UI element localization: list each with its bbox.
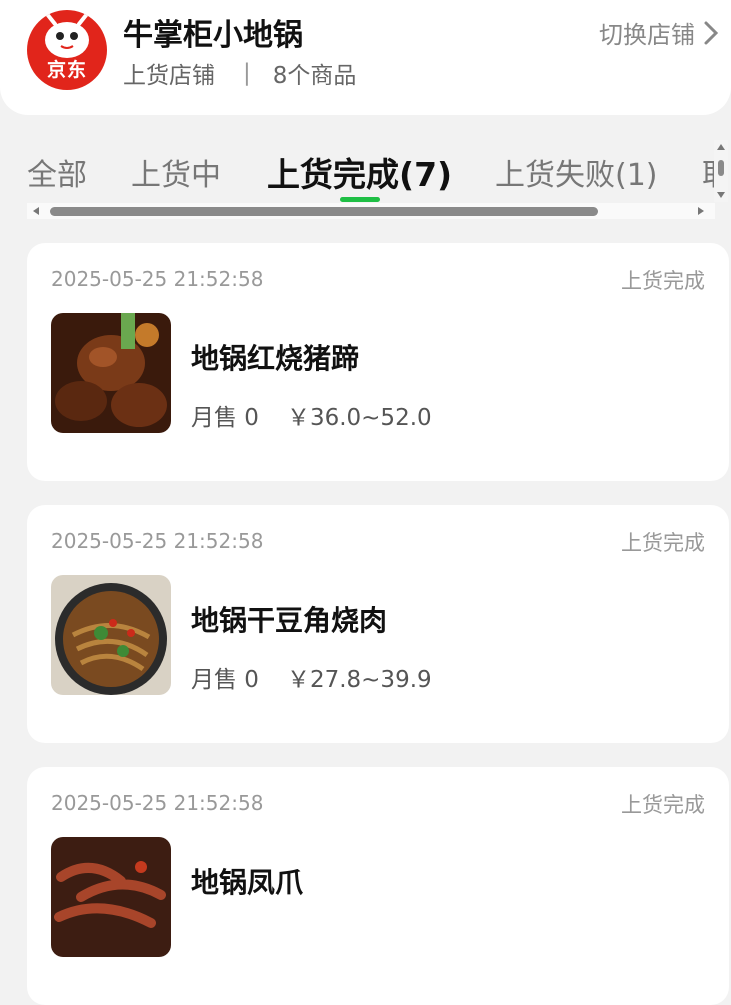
switch-shop-button[interactable]: 切换店铺 <box>599 15 721 50</box>
upload-status: 上货完成 <box>621 269 705 293</box>
product-image <box>51 313 171 433</box>
scrollbar-arrows-icon <box>717 144 725 198</box>
active-tab-indicator <box>340 197 380 202</box>
tab-failed[interactable]: 上货失败(1) <box>495 150 658 194</box>
tab-completed[interactable]: 上货完成(7) <box>267 148 452 196</box>
divider: | <box>243 60 251 86</box>
upload-status: 上货完成 <box>621 793 705 817</box>
jd-logo: 京东 <box>27 10 107 90</box>
tab-uploading[interactable]: 上货中 <box>131 150 221 194</box>
upload-time: 2025-05-25 21:52:58 <box>51 267 264 291</box>
logo-text: 京东 <box>46 59 87 81</box>
chevron-right-icon <box>704 21 719 44</box>
upload-time: 2025-05-25 21:52:58 <box>51 529 264 553</box>
shop-name: 牛掌柜小地锅 <box>123 18 303 53</box>
product-image <box>51 837 171 957</box>
status-tabs: 全部 上货中 上货完成(7) 上货失败(1) 取 <box>27 140 715 202</box>
product-card[interactable]: 2025-05-25 21:52:58 上货完成 地锅红烧猪蹄 月售 0 ￥36.… <box>27 243 729 481</box>
shop-sub-label: 上货店铺 <box>123 63 215 89</box>
product-image <box>51 575 171 695</box>
shop-header: 京东 牛掌柜小地锅 上货店铺 | 8个商品 切换店铺 <box>0 0 731 115</box>
product-card[interactable]: 2025-05-25 21:52:58 上货完成 地锅干豆角烧肉 月售 0 ￥27… <box>27 505 729 743</box>
tab-all[interactable]: 全部 <box>27 150 87 194</box>
upload-time: 2025-05-25 21:52:58 <box>51 791 264 815</box>
goods-count: 8个商品 <box>272 63 357 89</box>
product-meta: 月售 0 ￥36.0~52.0 <box>191 398 432 432</box>
shop-subline: 上货店铺 | 8个商品 <box>123 56 356 90</box>
monthly-sales: 月售 0 <box>191 667 259 693</box>
product-title: 地锅红烧猪蹄 <box>191 342 360 375</box>
product-card[interactable]: 2025-05-25 21:52:58 上货完成 地锅凤爪 <box>27 767 729 1005</box>
product-title: 地锅干豆角烧肉 <box>191 604 388 637</box>
horizontal-scrollbar[interactable] <box>27 203 715 219</box>
product-title: 地锅凤爪 <box>191 866 304 899</box>
price-range: ￥27.8~39.9 <box>286 667 432 693</box>
upload-status: 上货完成 <box>621 531 705 555</box>
price-range: ￥36.0~52.0 <box>286 405 432 431</box>
scrollbar-thumb[interactable] <box>50 207 598 216</box>
switch-shop-label: 切换店铺 <box>599 21 695 49</box>
product-meta: 月售 0 ￥27.8~39.9 <box>191 660 432 694</box>
product-meta <box>191 922 219 948</box>
monthly-sales: 月售 0 <box>191 405 259 431</box>
vertical-scrollbar[interactable] <box>714 140 728 202</box>
